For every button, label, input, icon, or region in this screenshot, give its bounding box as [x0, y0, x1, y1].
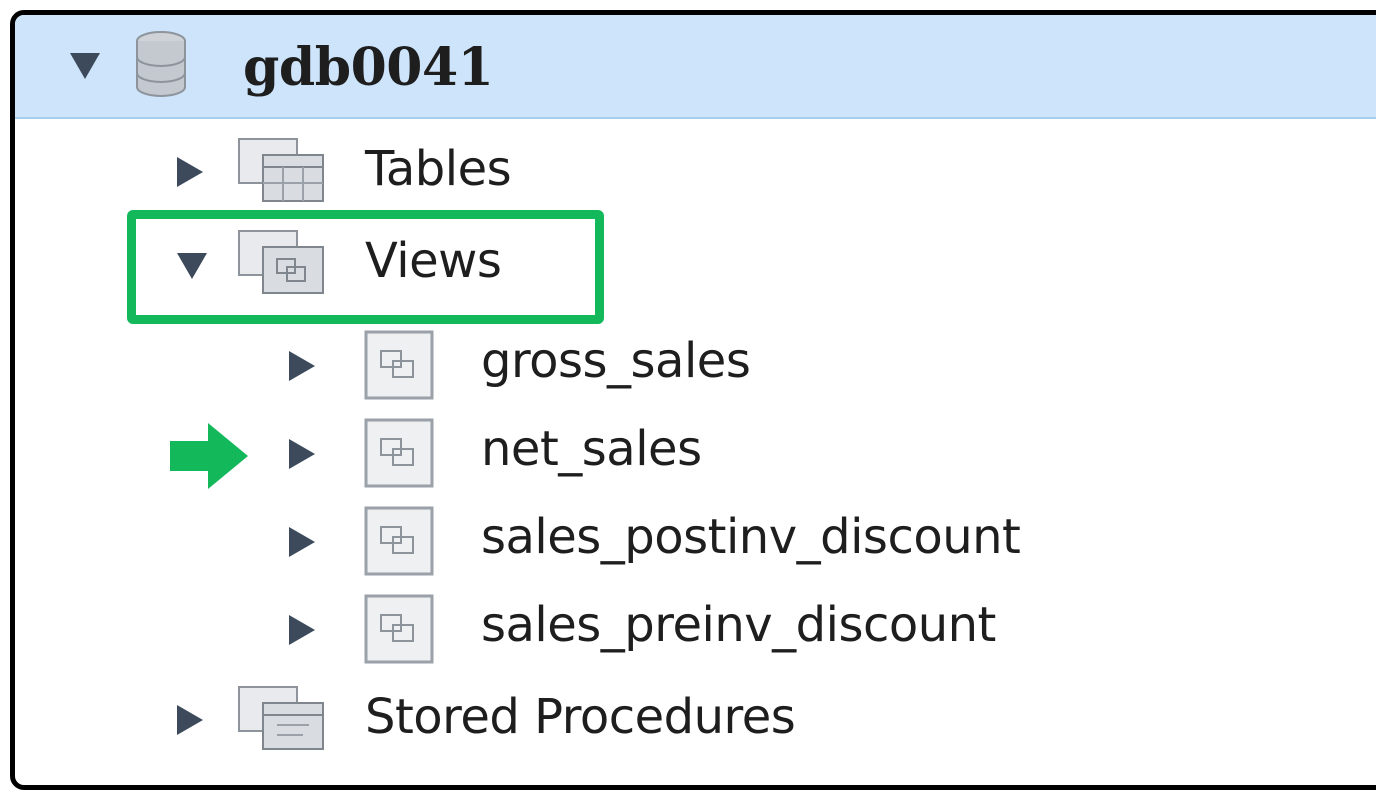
procedures-folder-icon: [237, 685, 337, 759]
view-icon: [363, 505, 435, 581]
tree-node-tables[interactable]: Tables: [15, 131, 1376, 211]
expand-toggle-icon[interactable]: [289, 615, 315, 645]
expand-toggle-icon[interactable]: [289, 439, 315, 469]
expand-toggle-icon[interactable]: [289, 351, 315, 381]
expand-toggle-icon[interactable]: [177, 705, 203, 735]
tree-node-view[interactable]: sales_postinv_discount: [15, 501, 1376, 581]
tree-node-view[interactable]: gross_sales: [15, 325, 1376, 405]
screenshot-frame: gdb0041 Tables Views gross_sales net_sal…: [10, 10, 1376, 790]
view-label: gross_sales: [481, 333, 751, 389]
schema-name-label: gdb0041: [243, 37, 494, 98]
schema-navigator-tree: gdb0041 Tables Views gross_sales net_sal…: [15, 15, 1376, 777]
tree-node-view[interactable]: sales_preinv_discount: [15, 589, 1376, 669]
expand-toggle-icon[interactable]: [70, 53, 100, 79]
view-label: net_sales: [481, 421, 702, 477]
view-label: sales_postinv_discount: [481, 509, 1021, 565]
view-icon: [363, 593, 435, 669]
expand-toggle-icon[interactable]: [177, 157, 203, 187]
tree-node-stored-procedures[interactable]: Stored Procedures: [15, 679, 1376, 759]
view-label: sales_preinv_discount: [481, 597, 996, 653]
database-icon: [133, 29, 189, 105]
views-highlight-box: [127, 210, 604, 324]
tables-folder-icon: [237, 137, 337, 211]
pointer-arrow-icon: [170, 423, 250, 493]
stored-procedures-folder-label: Stored Procedures: [365, 689, 796, 745]
tree-node-schema[interactable]: gdb0041: [15, 15, 1376, 119]
view-icon: [363, 329, 435, 405]
tables-folder-label: Tables: [365, 141, 512, 197]
expand-toggle-icon[interactable]: [289, 527, 315, 557]
view-icon: [363, 417, 435, 493]
